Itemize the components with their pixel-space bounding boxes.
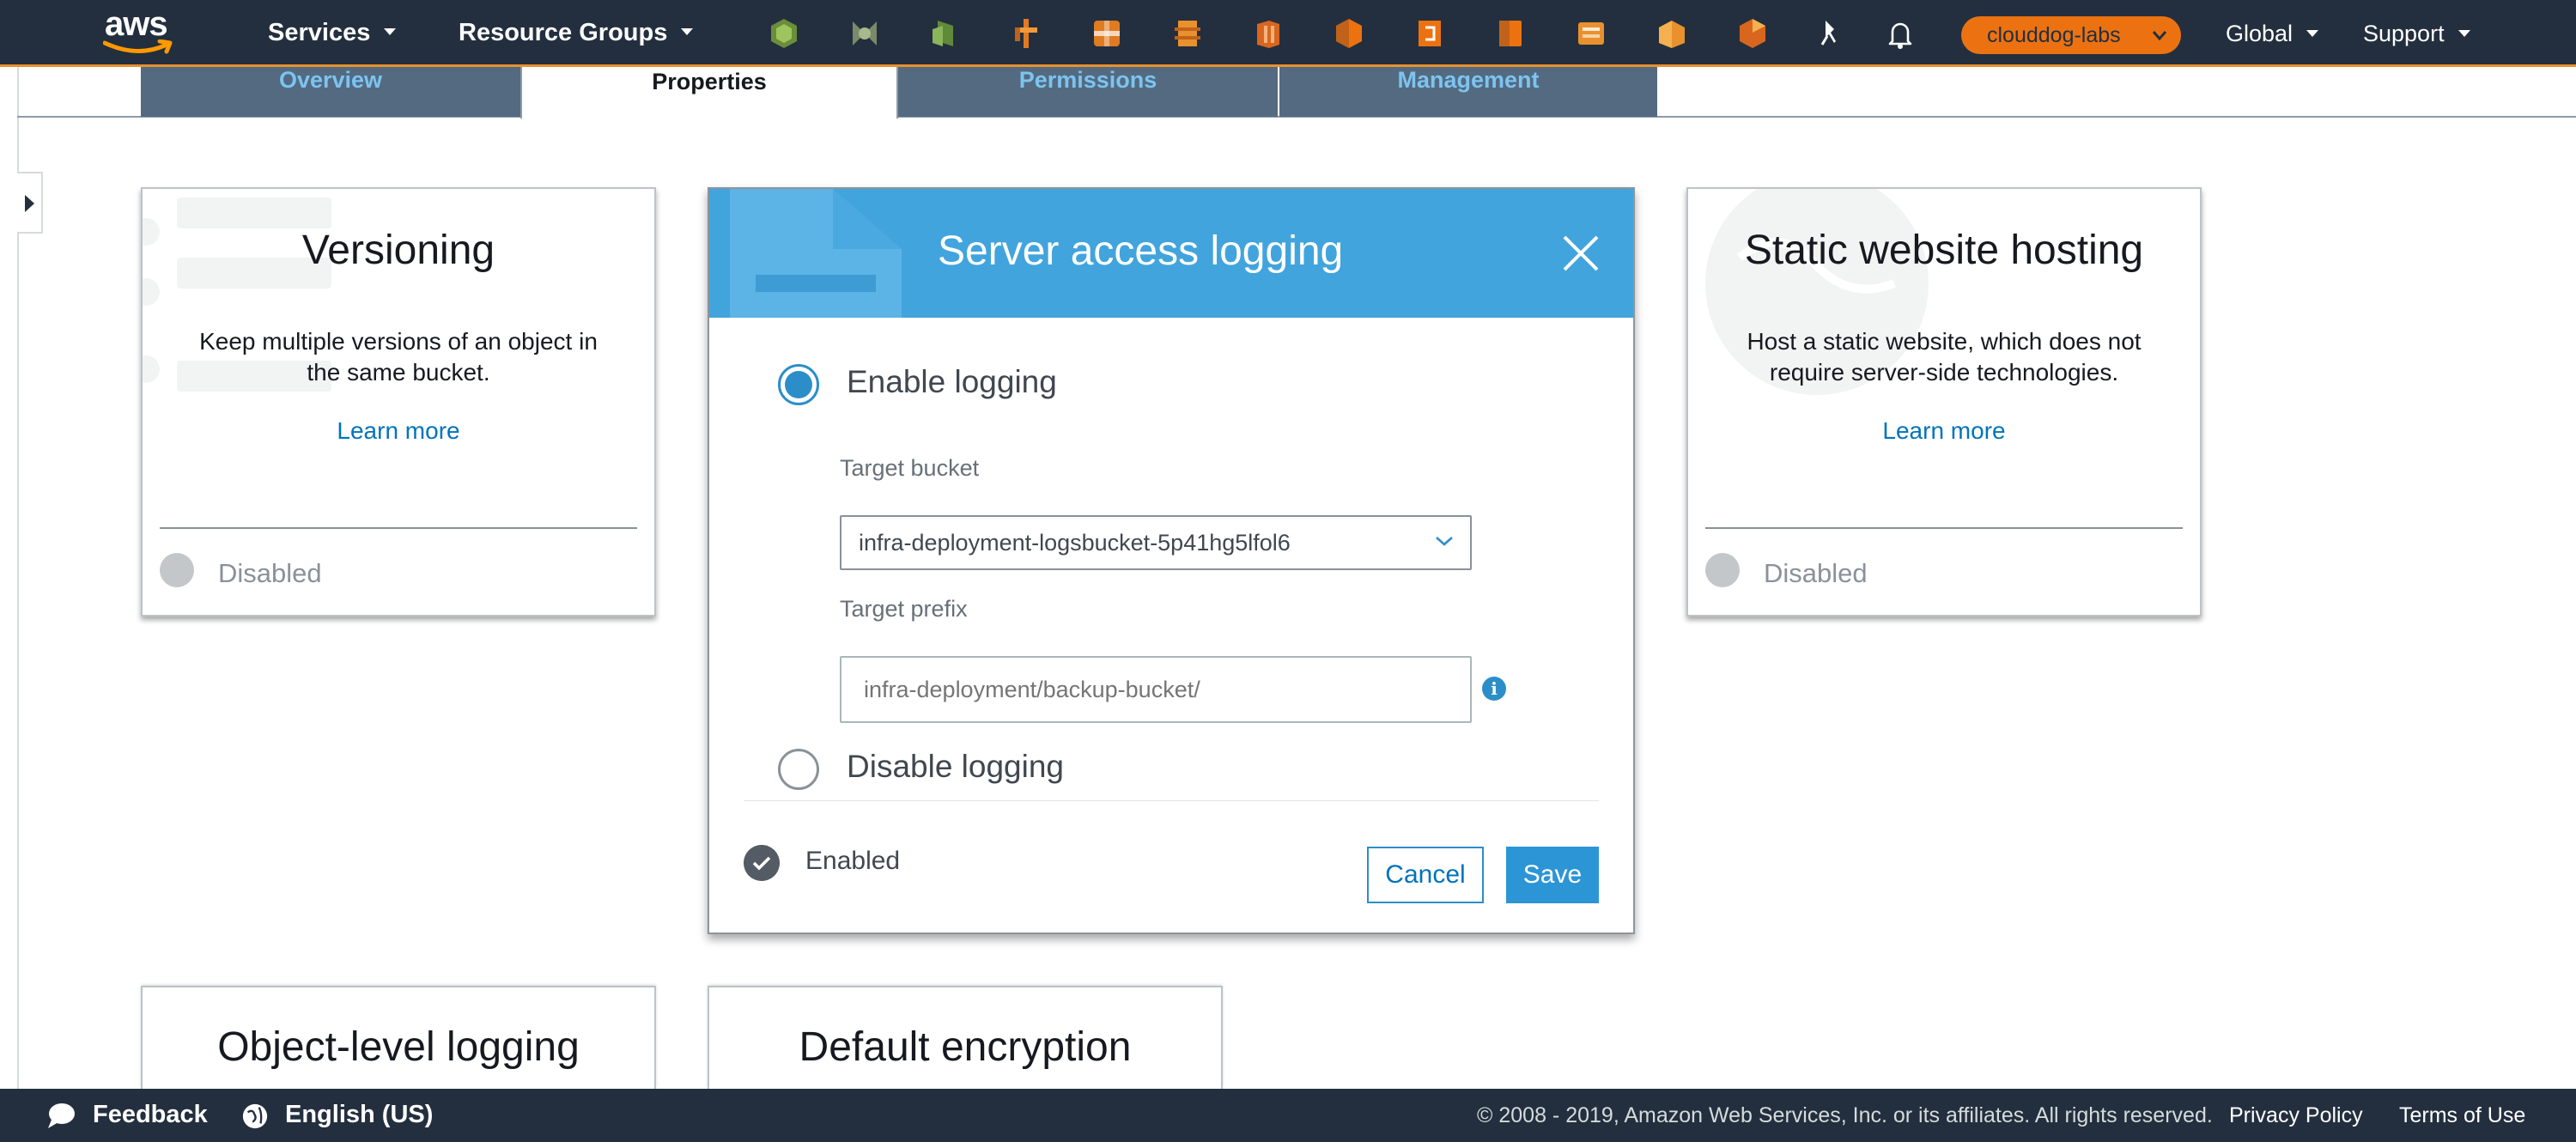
save-button[interactable]: Save xyxy=(1506,847,1599,903)
side-panel-toggle[interactable] xyxy=(17,172,43,234)
top-navigation-bar: aws Services Resource Groups clouddog-la… xyxy=(0,0,2576,67)
status-indicator-icon xyxy=(160,553,194,587)
tab-permissions-label: Permissions xyxy=(1018,67,1157,93)
static-website-status: Disabled xyxy=(1764,558,1868,588)
resource-groups-label: Resource Groups xyxy=(459,19,668,46)
enable-logging-label[interactable]: Enable logging xyxy=(847,364,1057,400)
disable-logging-label[interactable]: Disable logging xyxy=(847,749,1064,785)
chevron-down-icon xyxy=(2152,31,2167,41)
terms-of-use-link[interactable]: Terms of Use xyxy=(2399,1103,2525,1128)
service-shortcut-10-icon[interactable] xyxy=(1494,17,1527,50)
services-label: Services xyxy=(268,19,371,46)
dialog-title: Server access logging xyxy=(938,228,1344,274)
pin-icon[interactable] xyxy=(1814,17,1846,50)
copyright-text: © 2008 - 2019, Amazon Web Services, Inc.… xyxy=(1477,1103,2213,1127)
service-shortcut-4-icon[interactable] xyxy=(1010,17,1042,50)
tab-overview-label: Overview xyxy=(278,67,383,93)
logging-status: Enabled xyxy=(805,847,901,875)
tab-management[interactable]: Management xyxy=(1279,67,1657,117)
service-shortcut-9-icon[interactable] xyxy=(1413,17,1446,50)
versioning-card[interactable]: Versioning Keep multiple versions of an … xyxy=(141,187,656,617)
aws-logo-text: aws xyxy=(105,5,168,43)
support-label: Support xyxy=(2363,21,2445,46)
aws-smile-icon xyxy=(103,39,173,54)
object-level-logging-title: Object-level logging xyxy=(217,1024,580,1070)
card-divider xyxy=(160,527,637,529)
service-shortcut-2-icon[interactable] xyxy=(848,17,881,50)
chevron-down-icon xyxy=(2306,29,2319,37)
chevron-down-icon xyxy=(384,28,397,36)
speech-bubble-icon xyxy=(48,1103,75,1128)
enable-logging-radio[interactable] xyxy=(778,364,819,405)
target-bucket-select[interactable]: infra-deployment-logsbucket-5p41hg5lfol6 xyxy=(840,515,1472,570)
static-website-card[interactable]: Static website hosting Host a static web… xyxy=(1686,187,2202,617)
privacy-policy-link[interactable]: Privacy Policy xyxy=(2229,1103,2363,1128)
static-website-title: Static website hosting xyxy=(1744,228,2144,273)
dialog-divider xyxy=(744,800,1599,801)
target-bucket-value: infra-deployment-logsbucket-5p41hg5lfol6 xyxy=(859,530,1291,556)
footer-bar: Feedback English (US) © 2008 - 2019, Ama… xyxy=(0,1089,2576,1142)
versioning-learn-more-link[interactable]: Learn more xyxy=(143,417,654,445)
versioning-status: Disabled xyxy=(218,558,322,588)
close-icon[interactable] xyxy=(1559,232,1602,275)
target-prefix-label: Target prefix xyxy=(840,596,968,622)
document-watermark-icon xyxy=(730,189,902,318)
services-menu[interactable]: Services xyxy=(268,19,397,47)
aws-logo[interactable]: aws xyxy=(101,5,179,57)
tab-properties-label: Properties xyxy=(652,69,767,94)
service-shortcut-3-icon[interactable] xyxy=(929,17,962,50)
target-bucket-label: Target bucket xyxy=(840,455,980,481)
caret-right-icon xyxy=(25,195,34,212)
service-shortcut-13-icon[interactable] xyxy=(1736,17,1769,50)
feedback-link[interactable]: Feedback xyxy=(93,1101,208,1129)
service-shortcut-6-icon[interactable] xyxy=(1171,17,1204,50)
info-icon[interactable]: i xyxy=(1482,677,1506,701)
service-shortcut-8-icon[interactable] xyxy=(1333,17,1365,50)
globe-icon xyxy=(242,1103,268,1129)
bell-icon[interactable] xyxy=(1884,17,1917,50)
card-divider xyxy=(1705,527,2183,529)
service-shortcut-11-icon[interactable] xyxy=(1575,17,1607,50)
service-shortcut-1-icon[interactable] xyxy=(768,17,800,50)
tab-permissions[interactable]: Permissions xyxy=(898,67,1278,117)
region-menu[interactable]: Global xyxy=(2226,21,2319,47)
service-shortcut-12-icon[interactable] xyxy=(1656,17,1688,50)
tab-management-label: Management xyxy=(1397,67,1540,93)
status-indicator-icon xyxy=(1705,553,1740,587)
dialog-header: Server access logging xyxy=(709,189,1633,318)
default-encryption-title: Default encryption xyxy=(799,1024,1132,1070)
chevron-down-icon xyxy=(2458,29,2470,37)
account-name: clouddog-labs xyxy=(1987,23,2121,47)
static-website-description: Host a static website, which does not re… xyxy=(1747,328,2142,386)
chevron-down-icon xyxy=(1436,537,1453,546)
language-selector[interactable]: English (US) xyxy=(285,1101,433,1129)
server-access-logging-dialog: Server access logging Enable logging Tar… xyxy=(708,187,1635,934)
tab-overview[interactable]: Overview xyxy=(141,67,520,117)
static-website-learn-more-link[interactable]: Learn more xyxy=(1688,417,2200,445)
disable-logging-radio[interactable] xyxy=(778,749,819,790)
resource-groups-menu[interactable]: Resource Groups xyxy=(459,19,694,47)
service-shortcut-7-icon[interactable] xyxy=(1252,17,1285,50)
target-prefix-input[interactable] xyxy=(840,656,1472,723)
check-circle-icon xyxy=(744,845,780,881)
chevron-down-icon xyxy=(681,28,694,36)
versioning-description: Keep multiple versions of an object in t… xyxy=(199,328,598,386)
default-encryption-card[interactable]: Default encryption xyxy=(708,986,1223,1089)
object-level-logging-card[interactable]: Object-level logging xyxy=(141,986,656,1089)
region-label: Global xyxy=(2226,21,2293,46)
versioning-title: Versioning xyxy=(301,228,495,273)
service-shortcut-5-icon[interactable] xyxy=(1091,17,1123,50)
account-menu[interactable]: clouddog-labs xyxy=(1961,16,2181,54)
tab-properties[interactable]: Properties xyxy=(520,67,898,118)
cancel-button[interactable]: Cancel xyxy=(1367,847,1484,903)
support-menu[interactable]: Support xyxy=(2363,21,2470,47)
